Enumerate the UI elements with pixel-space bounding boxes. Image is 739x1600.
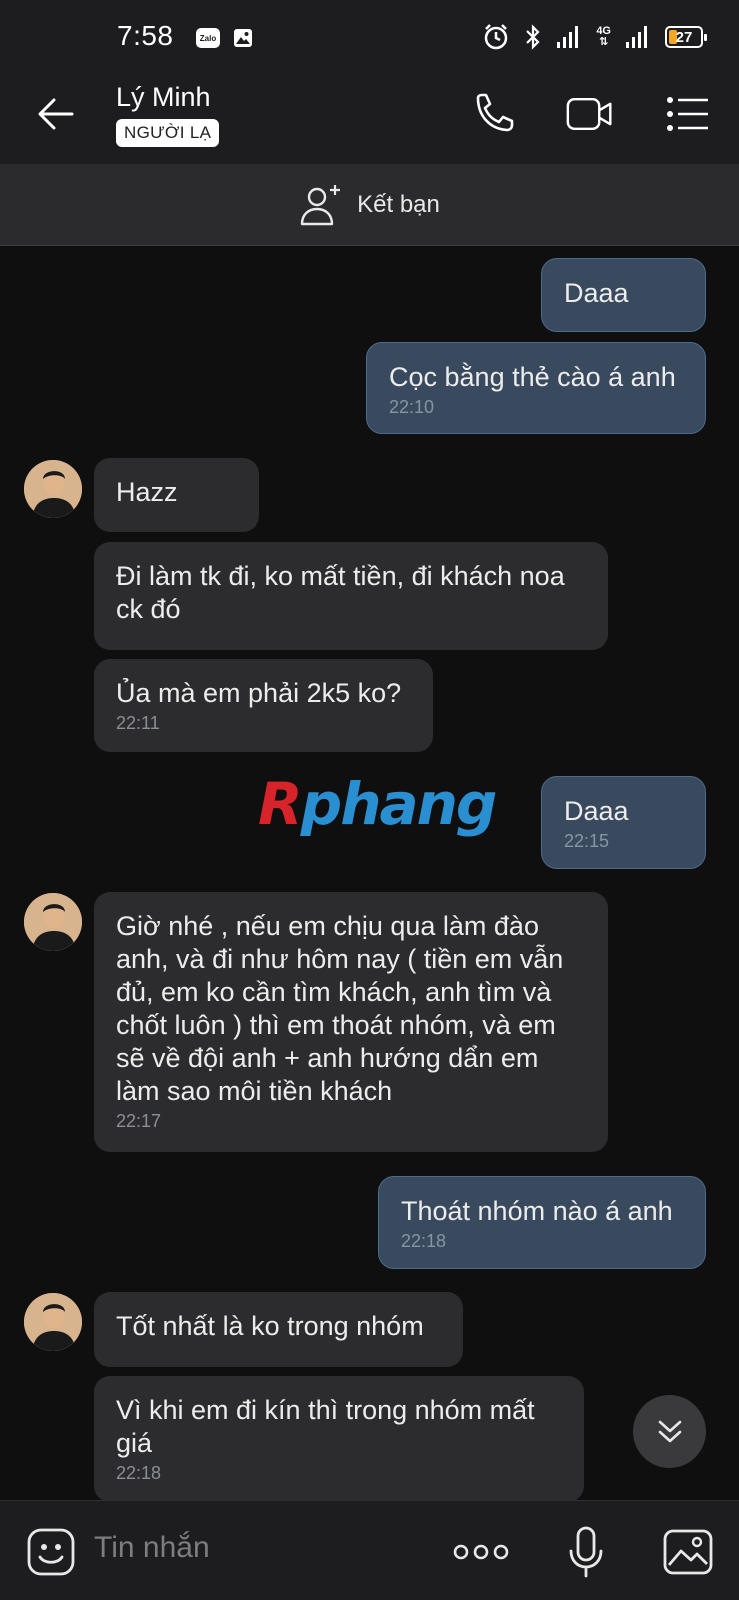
message-text: Đi làm tk đi, ko mất tiền, đi khách noa …: [116, 561, 565, 624]
network-type-icon: 4G ⇅: [596, 26, 611, 48]
zalo-notification-icon: Zalo: [196, 28, 220, 48]
avatar[interactable]: [24, 460, 82, 518]
message-bubble-incoming[interactable]: Đi làm tk đi, ko mất tiền, đi khách noa …: [94, 542, 608, 650]
message-composer: Tin nhắn: [0, 1500, 739, 1600]
message-timestamp: 22:10: [389, 397, 435, 417]
message-timestamp: 22:15: [564, 831, 610, 851]
contact-name[interactable]: Lý Minh: [116, 82, 211, 113]
message-bubble-incoming[interactable]: Giờ nhé , nếu em chịu qua làm đào anh, v…: [94, 892, 608, 1152]
status-icons: 4G ⇅ 27: [482, 22, 707, 52]
more-dots-icon[interactable]: [452, 1537, 510, 1567]
battery-level: 27: [675, 28, 693, 46]
message-text: Giờ nhé , nếu em chịu qua làm đào anh, v…: [116, 911, 564, 1106]
message-timestamp: 22:17: [116, 1111, 162, 1131]
signal-icon: [557, 26, 579, 48]
message-bubble-incoming[interactable]: Ủa mà em phải 2k5 ko? 22:11: [94, 659, 433, 752]
mic-icon[interactable]: [566, 1525, 606, 1579]
watermark-logo: Rphang: [258, 770, 498, 838]
message-text: Vì khi em đi kín thì trong nhóm mất giá: [116, 1395, 535, 1458]
add-friend-button[interactable]: Kết bạn: [0, 164, 739, 246]
image-icon[interactable]: [662, 1527, 714, 1577]
status-bar: 7:58 Zalo 4G ⇅ 27: [0, 0, 739, 64]
message-bubble-outgoing[interactable]: Thoát nhóm nào á anh 22:18: [378, 1176, 706, 1269]
message-bubble-outgoing[interactable]: Daaa: [541, 258, 706, 332]
message-text: Hazz: [116, 477, 178, 507]
battery-icon: 27: [665, 26, 707, 48]
message-bubble-incoming[interactable]: Vì khi em đi kín thì trong nhóm mất giá …: [94, 1376, 584, 1502]
watermark-rest: phang: [300, 770, 498, 838]
gallery-notification-icon: [234, 29, 252, 47]
video-icon[interactable]: [566, 92, 614, 136]
chat-header: Lý Minh NGƯỜI LẠ: [0, 64, 739, 164]
message-timestamp: 22:11: [116, 713, 160, 733]
message-text: Thoát nhóm nào á anh: [401, 1196, 673, 1226]
message-text: Ủa mà em phải 2k5 ko?: [116, 678, 402, 708]
back-arrow-icon[interactable]: [36, 94, 76, 134]
signal-icon-2: [626, 26, 647, 48]
phone-icon[interactable]: [470, 92, 518, 136]
avatar-icon: [24, 460, 82, 518]
avatar-icon: [24, 1293, 82, 1351]
message-timestamp: 22:18: [401, 1231, 447, 1251]
emoji-icon[interactable]: [26, 1527, 76, 1577]
message-bubble-incoming[interactable]: Tốt nhất là ko trong nhóm: [94, 1292, 463, 1367]
watermark-first: R: [258, 770, 303, 838]
message-text: Cọc bằng thẻ cào á anh: [389, 362, 676, 392]
add-friend-label: Kết bạn: [357, 190, 440, 218]
stranger-badge: NGƯỜI LẠ: [116, 119, 220, 147]
avatar[interactable]: [24, 1293, 82, 1351]
message-text: Tốt nhất là ko trong nhóm: [116, 1311, 424, 1341]
status-time: 7:58: [117, 20, 174, 51]
avatar-icon: [24, 893, 82, 951]
chevron-double-down-icon: [658, 1420, 681, 1442]
message-bubble-outgoing[interactable]: Daaa 22:15: [541, 776, 706, 869]
menu-icon[interactable]: [664, 92, 712, 136]
message-text: Daaa: [564, 796, 629, 826]
alarm-icon: [485, 24, 508, 50]
message-input[interactable]: Tin nhắn: [94, 1531, 210, 1565]
message-bubble-incoming[interactable]: Hazz: [94, 458, 259, 532]
add-person-icon: [300, 184, 341, 225]
message-text: Daaa: [564, 278, 629, 308]
data-arrows-icon: ⇅: [599, 36, 609, 48]
bluetooth-icon: [526, 24, 540, 50]
message-bubble-outgoing[interactable]: Cọc bằng thẻ cào á anh 22:10: [366, 342, 706, 434]
message-timestamp: 22:18: [116, 1463, 162, 1483]
avatar[interactable]: [24, 893, 82, 951]
scroll-to-bottom-button[interactable]: [633, 1395, 706, 1468]
